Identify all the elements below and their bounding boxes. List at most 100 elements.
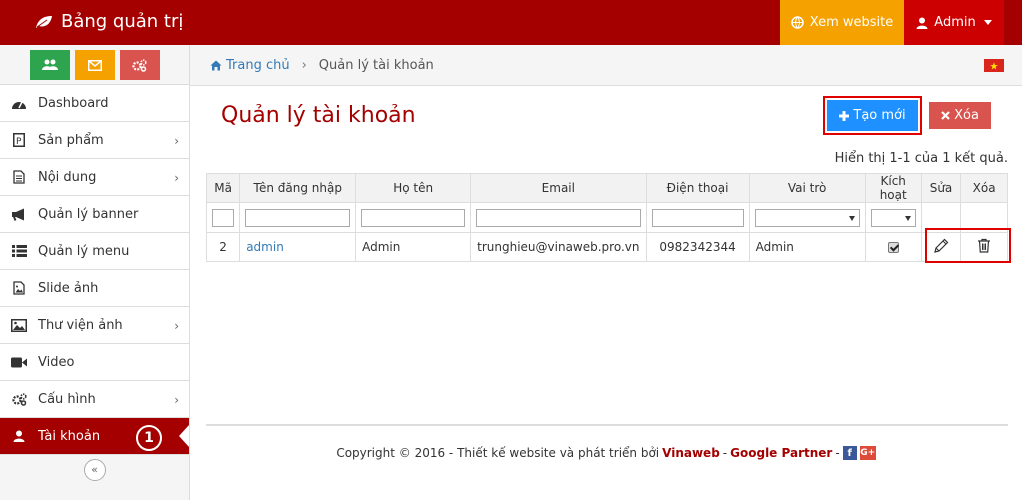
list-icon	[10, 244, 28, 258]
chevron-right-icon: ›	[174, 319, 179, 333]
result-count: Hiển thị 1-1 của 1 kết quả.	[834, 151, 1008, 166]
gears-icon	[10, 392, 28, 406]
breadcrumb-home-label: Trang chủ	[226, 57, 290, 73]
sidebar-item-slides[interactable]: Slide ảnh	[0, 270, 189, 307]
top-bar: Bảng quản trị Xem website Admin	[0, 0, 1022, 45]
filter-fullname-input[interactable]	[361, 208, 466, 227]
sidebar-item-menu[interactable]: Quản lý menu	[0, 233, 189, 270]
users-icon	[41, 59, 58, 70]
column-header-role[interactable]: Vai trò	[748, 173, 866, 203]
delete-label: Xóa	[954, 108, 979, 123]
footer-dash: -	[722, 446, 728, 460]
video-camera-icon	[10, 355, 28, 369]
sidebar-item-label: Dashboard	[38, 95, 109, 111]
sidebar-item-label: Quản lý menu	[38, 243, 130, 259]
envelope-icon	[87, 59, 102, 71]
column-header-email[interactable]: Email	[470, 173, 647, 203]
sidebar-item-gallery[interactable]: Thư viện ảnh ›	[0, 307, 189, 344]
mail-quick-button[interactable]	[74, 50, 115, 80]
users-quick-button[interactable]	[29, 50, 70, 80]
admin-label: Admin	[934, 15, 976, 30]
column-header-active[interactable]: Kích hoạt	[864, 173, 922, 203]
create-button-highlight: Tạo mới	[823, 96, 922, 135]
table-row: 2 admin Admin trunghieu@vinaweb.pro.vn 0…	[205, 232, 1008, 262]
close-icon	[941, 111, 950, 120]
product-icon: P	[10, 133, 28, 147]
footer-dash: -	[835, 446, 840, 460]
filter-email-input[interactable]	[476, 208, 641, 227]
breadcrumb-separator-icon: ›	[301, 57, 307, 73]
gears-icon	[132, 58, 147, 72]
home-icon	[210, 60, 222, 70]
cell-phone: 0982342344	[645, 232, 750, 262]
filter-username-input[interactable]	[245, 208, 351, 227]
admin-menu-button[interactable]: Admin	[904, 0, 1004, 45]
vietnam-flag-icon[interactable]	[984, 59, 1004, 72]
google-plus-icon[interactable]: G+	[859, 446, 876, 460]
filter-role-select[interactable]	[754, 208, 860, 227]
filter-active-select[interactable]	[870, 208, 916, 227]
sidebar-item-banner[interactable]: Quản lý banner	[0, 196, 189, 233]
sidebar-item-dashboard[interactable]: Dashboard	[0, 85, 189, 122]
filter-id-input[interactable]	[212, 208, 235, 227]
column-header-delete: Xóa	[960, 173, 1008, 203]
column-header-edit: Sửa	[920, 173, 962, 203]
brand[interactable]: Bảng quản trị	[35, 11, 183, 32]
column-header-phone[interactable]: Điện thoại	[645, 173, 750, 203]
active-checkbox[interactable]	[887, 242, 899, 253]
leaf-icon	[36, 15, 52, 28]
quick-actions	[0, 45, 189, 85]
breadcrumb-home[interactable]: Trang chủ	[210, 58, 290, 73]
caret-down-icon	[983, 20, 992, 25]
filter-row	[205, 202, 1008, 233]
copyright-text: Copyright © 2016 - Thiết kế website và p…	[336, 446, 660, 460]
sidebar-item-accounts[interactable]: Tài khoản 1	[0, 418, 189, 455]
view-website-label: Xem website	[809, 15, 894, 30]
settings-quick-button[interactable]	[119, 50, 160, 80]
sidebar-item-label: Quản lý banner	[38, 206, 139, 222]
filter-phone-input[interactable]	[651, 208, 744, 227]
collapse-row: «	[0, 455, 189, 484]
create-new-button[interactable]: Tạo mới	[827, 100, 918, 131]
chevron-right-icon: ›	[174, 171, 179, 185]
sidebar-item-label: Sản phẩm	[38, 132, 104, 148]
sidebar: Dashboard P Sản phẩm › Nội dung › Quản l…	[0, 45, 190, 500]
sidebar-item-label: Thư viện ảnh	[38, 317, 123, 333]
google-partner-link[interactable]: Google Partner	[730, 446, 832, 460]
actions-highlight	[925, 228, 1011, 263]
facebook-icon[interactable]: f	[842, 446, 857, 460]
cell-fullname: Admin	[355, 232, 472, 262]
sidebar-item-label: Video	[38, 354, 75, 370]
sidebar-item-video[interactable]: Video	[0, 344, 189, 381]
brand-title: Bảng quản trị	[61, 11, 184, 32]
delete-button[interactable]: Xóa	[929, 102, 991, 129]
create-new-label: Tạo mới	[853, 108, 906, 123]
sidebar-item-products[interactable]: P Sản phẩm ›	[0, 122, 189, 159]
sidebar-item-config[interactable]: Cấu hình ›	[0, 381, 189, 418]
sidebar-item-label: Cấu hình	[38, 391, 96, 407]
sidebar-item-label: Nội dung	[38, 169, 97, 185]
chevron-right-icon: ›	[174, 134, 179, 148]
step-badge: 1	[136, 425, 162, 451]
username-link[interactable]: admin	[246, 240, 284, 254]
globe-icon	[791, 16, 804, 29]
footer: Copyright © 2016 - Thiết kế website và p…	[190, 446, 1022, 460]
view-website-button[interactable]: Xem website	[780, 0, 904, 45]
column-header-fullname[interactable]: Họ tên	[355, 173, 472, 203]
column-header-username[interactable]: Tên đăng nhập	[239, 173, 357, 203]
breadcrumb-current: Quản lý tài khoản	[318, 57, 434, 73]
dashboard-icon	[10, 96, 28, 110]
sidebar-item-content[interactable]: Nội dung ›	[0, 159, 189, 196]
user-icon	[916, 17, 928, 29]
user-icon	[10, 429, 28, 443]
cell-id: 2	[205, 232, 241, 262]
sidebar-item-label: Tài khoản	[38, 428, 101, 444]
breadcrumb: Trang chủ › Quản lý tài khoản	[190, 45, 1022, 86]
footer-divider	[206, 424, 1008, 426]
vinaweb-link[interactable]: Vinaweb	[662, 446, 720, 460]
plus-icon	[839, 110, 850, 121]
collapse-sidebar-button[interactable]: «	[83, 458, 106, 481]
sidebar-item-label: Slide ảnh	[38, 280, 99, 296]
column-header-id[interactable]: Mã	[205, 173, 241, 203]
document-icon	[10, 170, 28, 184]
